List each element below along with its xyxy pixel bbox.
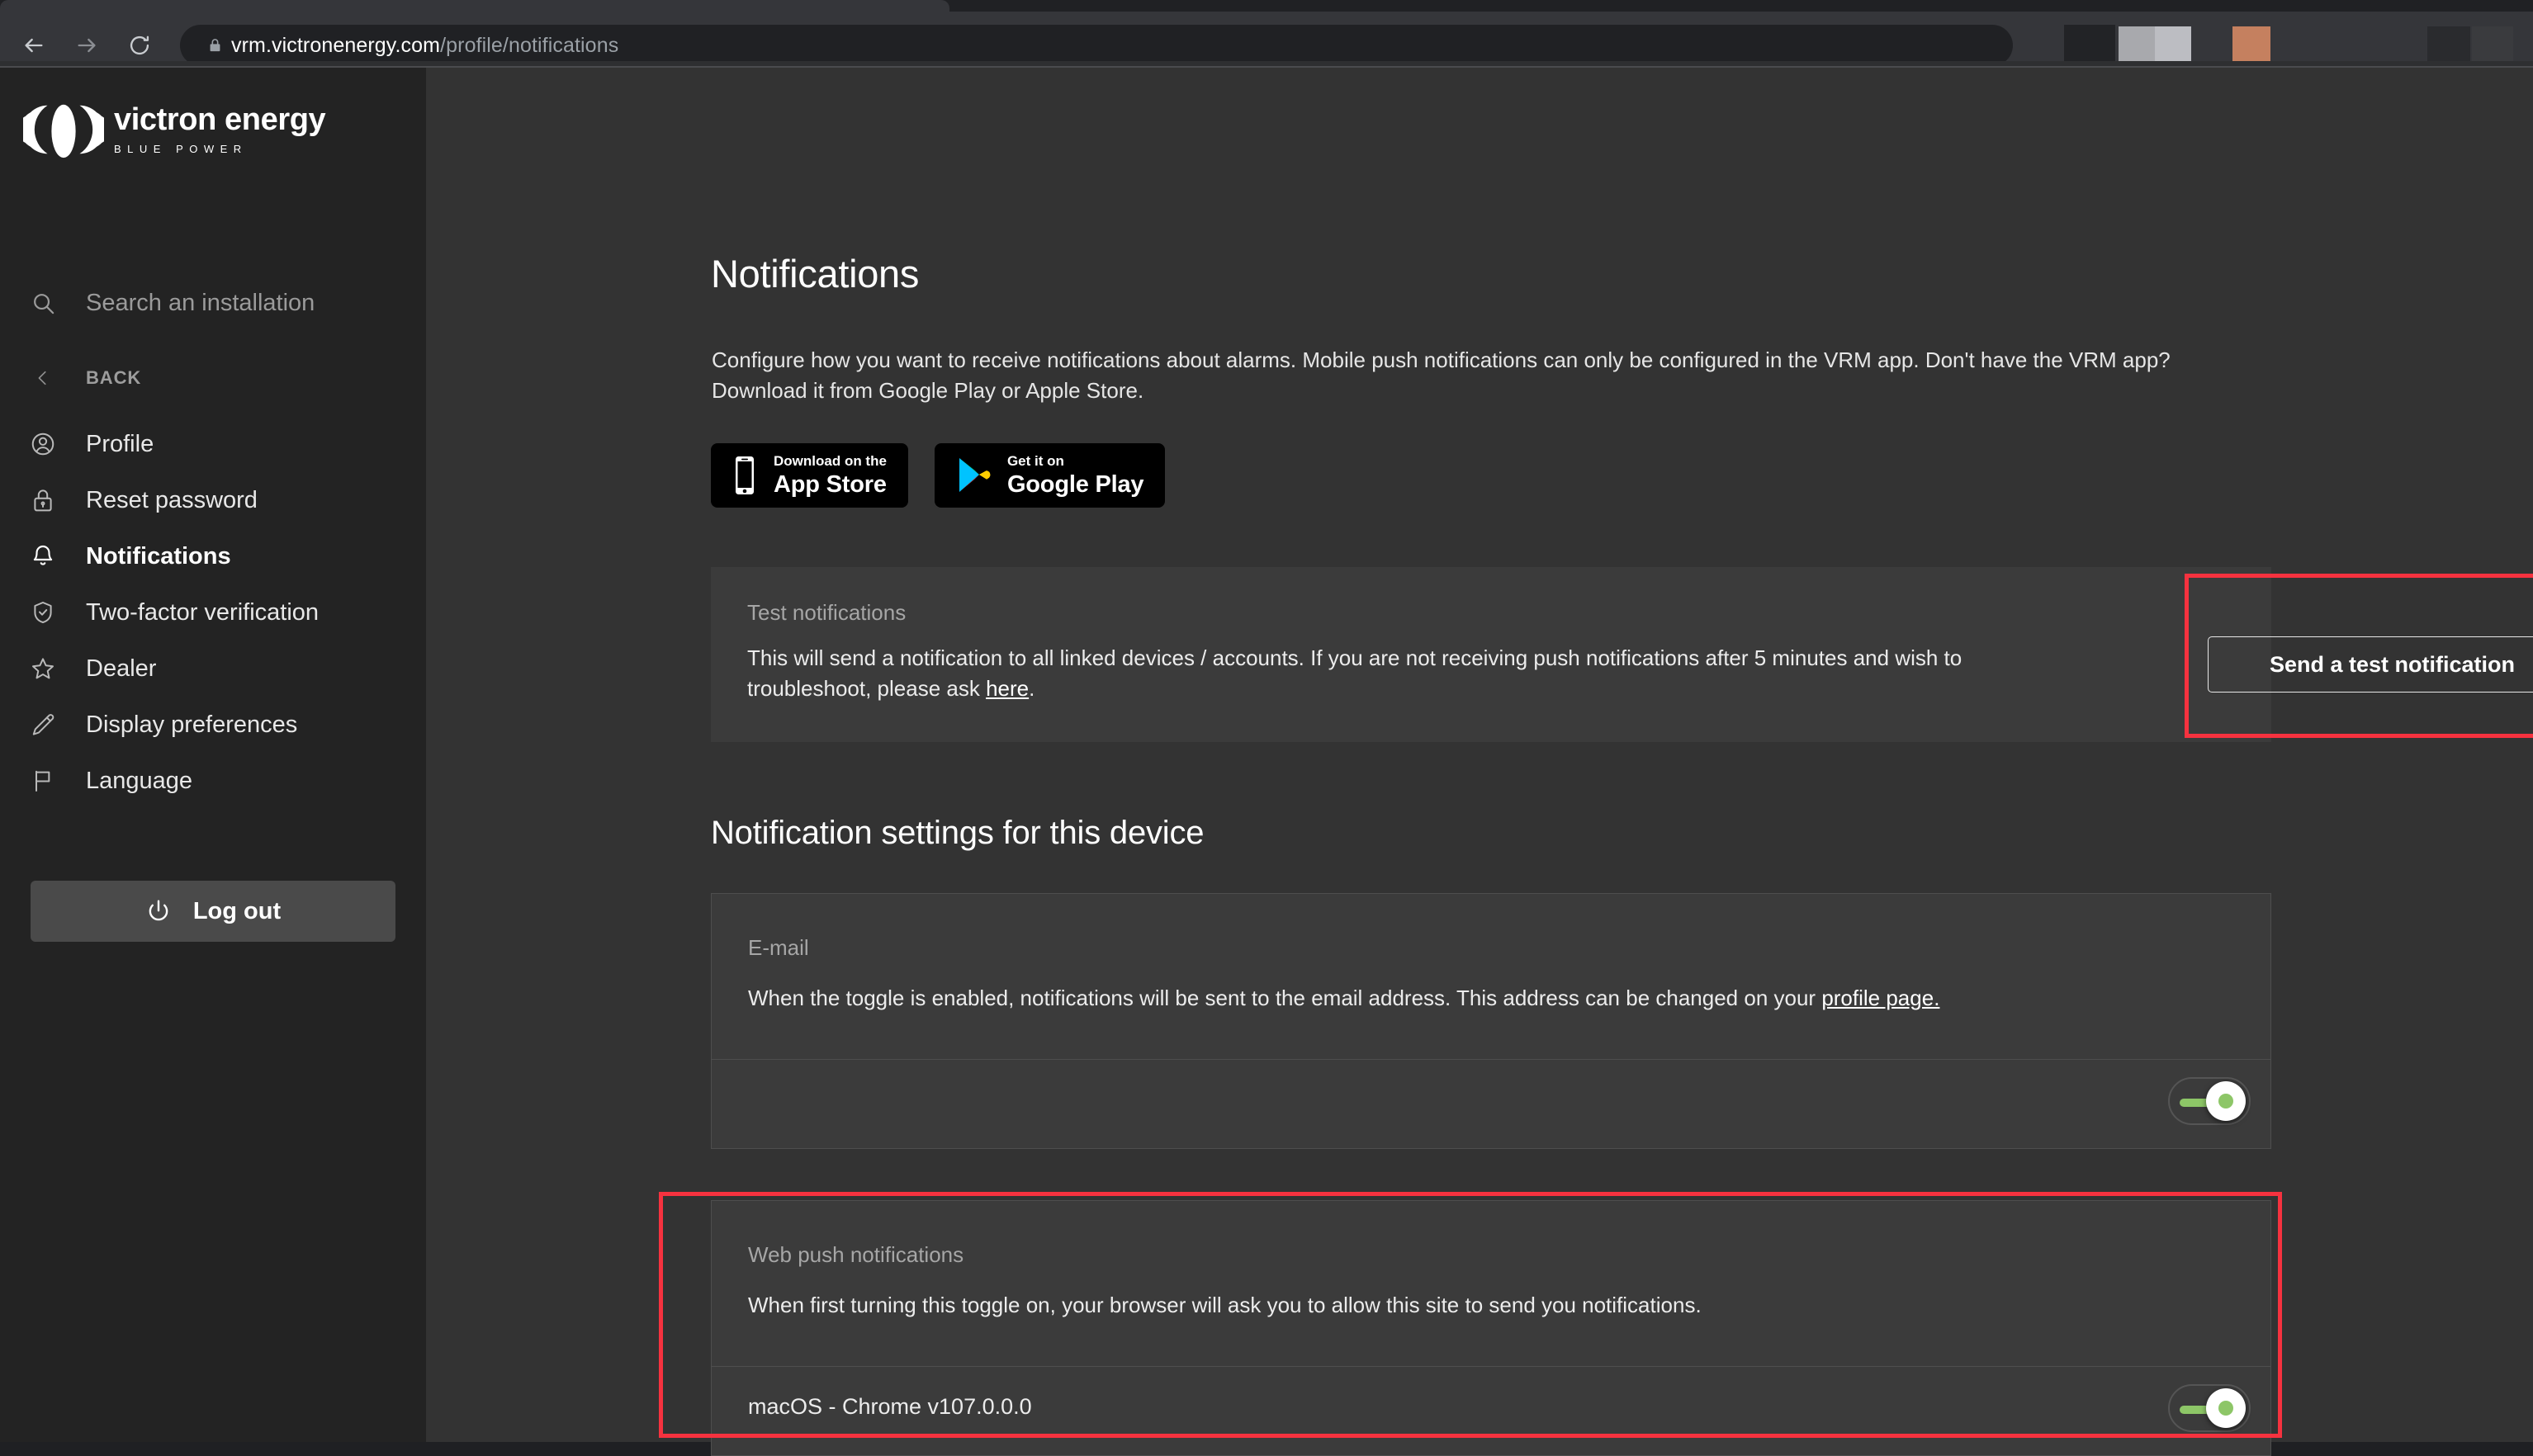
toggle-knob-dot	[2218, 1401, 2233, 1416]
browser-toolbar: vrm.victronenergy.com/profile/notificati…	[0, 12, 2533, 66]
send-test-notification-button[interactable]: Send a test notification	[2208, 636, 2533, 693]
pencil-icon	[0, 711, 86, 738]
sidebar-item-profile[interactable]: Profile	[0, 416, 426, 472]
sidebar-item-label: Reset password	[86, 486, 258, 513]
google-play-badge-line2: Google Play	[1006, 471, 1144, 498]
logout-button-label: Log out	[192, 897, 282, 924]
app-store-badges: Download on the App Store Get it on Goog…	[711, 443, 1166, 508]
email-body-text-before: When the toggle is enabled, notification…	[748, 986, 1822, 1010]
main-content: Notifications Configure how you want to …	[426, 68, 2533, 1456]
extension-icon-redacted[interactable]	[2232, 26, 2270, 63]
webpush-card-title: Web push notifications	[748, 1242, 964, 1267]
chevron-left-icon	[0, 369, 86, 387]
browser-tab-strip	[0, 0, 2533, 12]
extension-icon-redacted[interactable]	[2427, 26, 2470, 63]
sidebar-item-back[interactable]: BACK	[0, 350, 426, 406]
toggle-knob	[2206, 1081, 2246, 1121]
search-placeholder: Search an installation	[86, 289, 315, 316]
webpush-device-label: macOS - Chrome v107.0.0.0	[748, 1394, 1032, 1419]
sidebar-item-label: BACK	[86, 367, 142, 388]
sidebar-item-reset-password[interactable]: Reset password	[0, 472, 426, 528]
lock-icon	[198, 36, 231, 54]
page-description: Configure how you want to receive notifi…	[712, 347, 2171, 403]
send-test-notification-label: Send a test notification	[2269, 651, 2516, 677]
app-store-badge[interactable]: Download on the App Store	[711, 443, 908, 508]
sidebar: victron energy BLUE POWER Search an inst…	[0, 68, 426, 1442]
victron-wordmark: victron energy BLUE POWER	[114, 102, 326, 155]
profile-page-link[interactable]: profile page.	[1821, 986, 1939, 1010]
extension-icon-redacted[interactable]	[2472, 26, 2513, 63]
victron-logo-mark	[23, 104, 104, 158]
test-body-text-before: This will send a notification to all lin…	[747, 645, 1962, 701]
google-play-badge-line1: Get it on	[1006, 453, 1064, 469]
test-notifications-title: Test notifications	[747, 600, 907, 625]
logout-button[interactable]: Log out	[31, 881, 395, 942]
sidebar-item-label: Display preferences	[86, 711, 298, 738]
bell-icon	[0, 543, 86, 570]
section-title: Notification settings for this device	[711, 815, 1205, 851]
apple-iphone-icon	[736, 456, 754, 494]
google-play-badge[interactable]: Get it on Google Play	[934, 443, 1166, 508]
star-icon	[0, 655, 86, 682]
brand-tagline: BLUE POWER	[114, 143, 248, 155]
extension-icon-redacted[interactable]	[2119, 26, 2155, 63]
sidebar-item-label: Language	[86, 767, 193, 794]
sidebar-item-dealer[interactable]: Dealer	[0, 641, 426, 697]
extension-icon-redacted[interactable]	[2064, 25, 2115, 64]
browser-chrome: vrm.victronenergy.com/profile/notificati…	[0, 0, 2533, 68]
test-notifications-card: Test notifications This will send a noti…	[711, 567, 2271, 742]
test-notifications-body: This will send a notification to all lin…	[747, 643, 1969, 704]
email-card-body: When the toggle is enabled, notification…	[748, 983, 2201, 1014]
webpush-card-body: When first turning this toggle on, your …	[748, 1293, 1702, 1317]
url-path: /profile/notifications	[440, 33, 619, 57]
page-root: victron energy BLUE POWER Search an inst…	[0, 68, 2533, 1456]
sidebar-item-notifications[interactable]: Notifications	[0, 528, 426, 584]
address-bar[interactable]: vrm.victronenergy.com/profile/notificati…	[180, 25, 2013, 66]
test-body-text-after: .	[1029, 675, 1035, 701]
url-host: vrm.victronenergy.com	[231, 33, 441, 57]
app-store-badge-line1: Download on the	[774, 453, 887, 469]
sidebar-item-label: Profile	[86, 430, 154, 457]
address-bar-url: vrm.victronenergy.com/profile/notificati…	[231, 34, 618, 58]
troubleshoot-here-link[interactable]: here	[986, 676, 1029, 701]
shield-check-icon	[0, 599, 86, 626]
lock-icon	[0, 487, 86, 513]
sidebar-item-two-factor-verification[interactable]: Two-factor verification	[0, 584, 426, 641]
email-notifications-toggle[interactable]	[2168, 1077, 2251, 1125]
extension-icon-redacted[interactable]	[2155, 26, 2191, 63]
app-store-badge-line2: App Store	[774, 471, 887, 498]
email-toggle-row	[712, 1059, 2270, 1148]
web-push-notifications-card: Web push notifications When first turnin…	[711, 1200, 2271, 1456]
sidebar-item-label: Notifications	[86, 542, 231, 570]
toggle-knob	[2206, 1388, 2246, 1428]
sidebar-item-label: Two-factor verification	[86, 598, 320, 626]
google-play-icon	[959, 458, 991, 492]
browser-active-tab[interactable]	[0, 0, 949, 12]
search-input[interactable]: Search an installation	[0, 278, 426, 328]
brand-name: victron energy	[114, 102, 326, 137]
sidebar-item-language[interactable]: Language	[0, 753, 426, 809]
web-push-notifications-toggle[interactable]	[2168, 1384, 2251, 1432]
flag-icon	[0, 768, 86, 794]
power-icon	[145, 898, 172, 924]
page-title: Notifications	[711, 252, 920, 295]
sidebar-item-display-preferences[interactable]: Display preferences	[0, 697, 426, 753]
victron-energy-logo[interactable]: victron energy BLUE POWER	[23, 92, 353, 168]
user-circle-icon	[0, 431, 86, 457]
search-icon	[0, 291, 86, 316]
email-card-title: E-mail	[748, 935, 809, 960]
toggle-knob-dot	[2218, 1094, 2233, 1109]
sidebar-item-label: Dealer	[86, 655, 157, 682]
email-notification-card: E-mail When the toggle is enabled, notif…	[711, 893, 2271, 1149]
